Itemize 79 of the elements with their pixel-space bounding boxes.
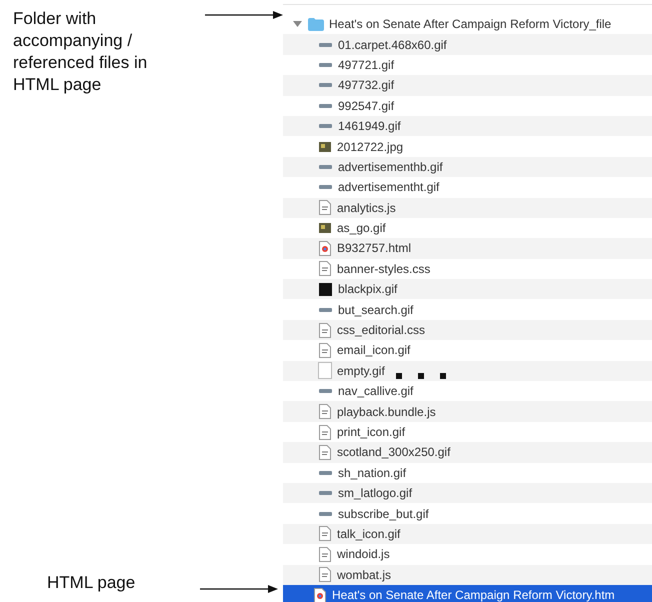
webpage-icon	[314, 588, 326, 602]
document-icon	[319, 404, 331, 420]
document-icon	[319, 444, 331, 460]
file-row[interactable]: analytics.js	[283, 198, 652, 218]
file-row[interactable]: blackpix.gif	[283, 279, 652, 300]
image-thumbnail-icon	[319, 83, 332, 88]
file-name: but_search.gif	[338, 302, 414, 317]
file-name: email_icon.gif	[337, 343, 410, 358]
file-name: windoid.js	[337, 547, 390, 562]
arrow-icon	[205, 11, 283, 19]
file-name: playback.bundle.js	[337, 404, 436, 419]
file-name: advertisementht.gif	[338, 180, 440, 194]
image-thumbnail-icon	[319, 185, 332, 190]
file-row[interactable]: 1461949.gif	[283, 116, 652, 136]
file-name: empty.gif	[337, 364, 385, 378]
file-name: 992547.gif	[338, 98, 394, 113]
image-thumbnail-icon	[319, 62, 332, 67]
file-name: wombat.js	[337, 568, 392, 582]
file-name: analytics.js	[337, 200, 396, 215]
document-icon	[319, 322, 331, 338]
file-name: B932757.html	[337, 241, 412, 256]
file-name: 1461949.gif	[338, 119, 401, 134]
file-row[interactable]: playback.bundle.js	[283, 401, 652, 422]
image-thumbnail-icon	[319, 124, 332, 128]
file-name: scotland_300x250.gif	[337, 445, 450, 460]
image-thumbnail-icon	[319, 164, 332, 169]
file-name: blackpix.gif	[338, 282, 398, 296]
file-row[interactable]: scotland_300x250.gif	[283, 442, 652, 463]
file-name: 01.carpet.468x60.gif	[338, 38, 447, 52]
file-name: nav_callive.gif	[338, 384, 414, 398]
webpage-icon	[319, 240, 331, 256]
file-name: 497721.gif	[338, 58, 394, 72]
document-icon	[319, 261, 331, 276]
image-thumbnail-icon	[319, 42, 332, 47]
file-name: Heat's on Senate After Campaign Reform Victory_file	[329, 17, 612, 32]
file-name: 497732.gif	[338, 78, 394, 92]
file-name: talk_icon.gif	[337, 526, 400, 541]
arrow-icon	[200, 585, 278, 593]
image-thumbnail-icon	[319, 223, 331, 234]
document-icon	[319, 546, 331, 562]
image-thumbnail-icon	[319, 308, 332, 312]
file-row[interactable]: talk_icon.gif	[283, 524, 652, 544]
document-icon	[319, 342, 331, 358]
file-name: css_editorial.css	[337, 323, 426, 338]
file-name: advertisementhb.gif	[338, 160, 443, 174]
file-name: banner-styles.css	[337, 262, 430, 276]
document-icon	[319, 526, 331, 542]
document-icon	[319, 424, 331, 440]
file-name: Heat's on Senate After Campaign Reform Victory.htm	[332, 588, 615, 602]
image-thumbnail-icon	[319, 470, 332, 475]
file-name: print_icon.gif	[337, 425, 406, 439]
image-thumbnail-icon	[319, 282, 332, 296]
file-row[interactable]: 497732.gif	[283, 75, 652, 96]
annotation-text: HTML page	[47, 572, 136, 594]
file-row[interactable]: empty.gif	[283, 360, 652, 382]
file-name: sh_nation.gif	[338, 466, 406, 480]
image-thumbnail-icon	[319, 142, 331, 152]
file-row[interactable]: advertisementhb.gif	[283, 156, 652, 178]
document-icon	[319, 200, 331, 216]
file-name: as_go.gif	[337, 221, 386, 236]
image-thumbnail-icon	[319, 512, 332, 516]
file-row[interactable]: B932757.html	[283, 238, 652, 259]
blank-file-icon	[318, 362, 332, 380]
file-row[interactable]: sm_latlogo.gif	[283, 482, 652, 504]
file-name: subscribe_but.gif	[338, 506, 429, 521]
image-thumbnail-icon	[319, 491, 332, 496]
file-row[interactable]: wombat.js	[283, 564, 652, 585]
annotation-text: Folder with accompanying / referenced files in HTML page	[13, 8, 148, 96]
file-row[interactable]: 01.carpet.468x60.gif	[283, 34, 652, 55]
file-row[interactable]: Heat's on Senate After Campaign Reform Victory.htm	[283, 584, 652, 602]
file-name: 2012722.jpg	[337, 140, 404, 154]
file-name: sm_latlogo.gif	[338, 486, 412, 500]
ellipsis-mark-icon	[396, 373, 446, 379]
folder-icon	[308, 18, 324, 31]
image-thumbnail-icon	[319, 104, 332, 108]
disclosure-triangle-icon[interactable]	[293, 20, 302, 28]
file-row[interactable]: css_editorial.css	[283, 320, 652, 340]
document-icon	[319, 567, 331, 582]
image-thumbnail-icon	[319, 389, 332, 394]
